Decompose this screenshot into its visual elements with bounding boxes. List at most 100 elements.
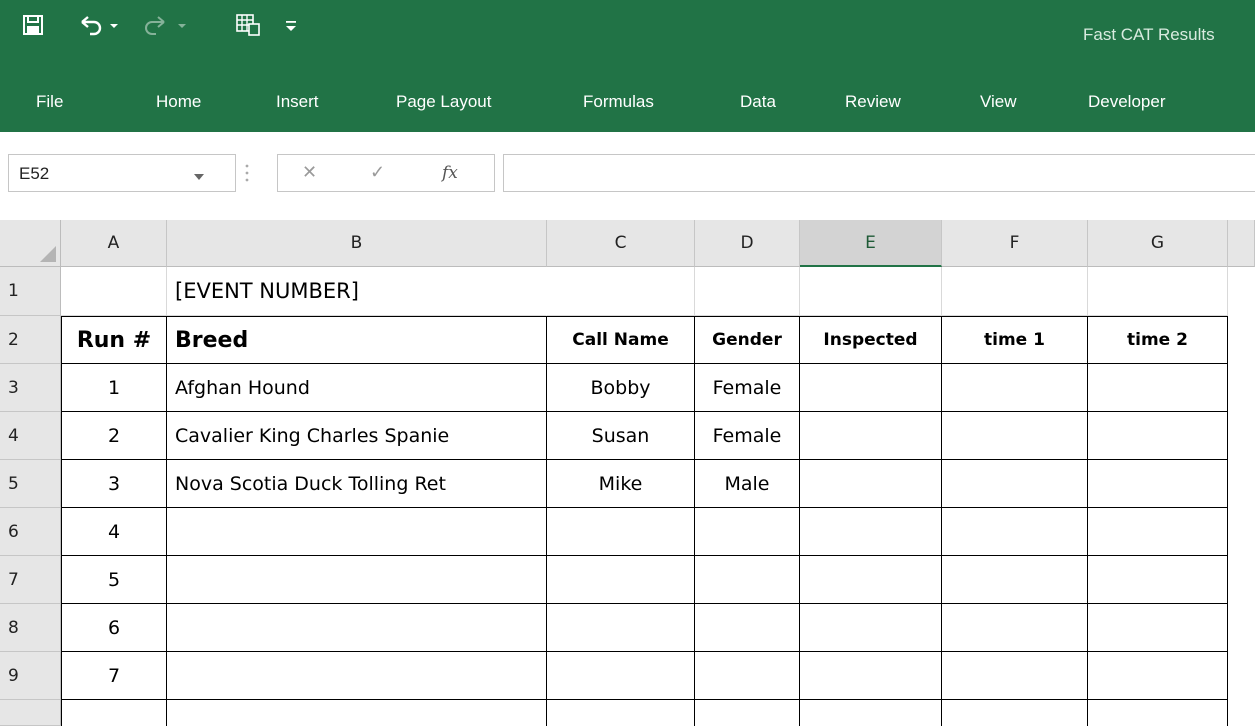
cell-peek[interactable] — [1088, 700, 1228, 726]
breed-cell[interactable]: Cavalier King Charles Spanie — [167, 412, 547, 460]
breed-cell[interactable] — [167, 508, 547, 556]
breed-cell[interactable] — [167, 652, 547, 700]
insert-function-icon[interactable]: fx — [442, 163, 458, 183]
column-header-f[interactable]: F — [942, 220, 1088, 267]
column-header-a[interactable]: A — [61, 220, 167, 267]
time-2-cell[interactable] — [1088, 412, 1228, 460]
cell-e1[interactable] — [800, 267, 942, 316]
breed-cell[interactable] — [167, 556, 547, 604]
tab-page-layout[interactable]: Page Layout — [396, 92, 491, 112]
column-header-e[interactable]: E — [800, 220, 942, 267]
run-cell[interactable]: 6 — [61, 604, 167, 652]
tab-developer[interactable]: Developer — [1088, 92, 1166, 112]
call-name-cell[interactable] — [547, 604, 695, 652]
header-breed[interactable]: Breed — [167, 316, 547, 364]
tab-view[interactable]: View — [980, 92, 1017, 112]
column-header-b[interactable]: B — [167, 220, 547, 267]
form-icon[interactable] — [236, 10, 262, 40]
row-header-2[interactable]: 2 — [0, 316, 61, 364]
inspected-cell[interactable] — [800, 460, 942, 508]
time-2-cell[interactable] — [1088, 508, 1228, 556]
header-time-1[interactable]: time 1 — [942, 316, 1088, 364]
time-2-cell[interactable] — [1088, 364, 1228, 412]
breed-cell[interactable] — [167, 604, 547, 652]
name-box[interactable]: E52 — [8, 154, 236, 192]
cell-g1[interactable] — [1088, 267, 1228, 316]
run-cell[interactable]: 1 — [61, 364, 167, 412]
enter-icon[interactable]: ✓ — [370, 162, 385, 183]
run-cell[interactable]: 2 — [61, 412, 167, 460]
column-header-c[interactable]: C — [547, 220, 695, 267]
inspected-cell[interactable] — [800, 364, 942, 412]
time-1-cell[interactable] — [942, 604, 1088, 652]
breed-cell[interactable]: Nova Scotia Duck Tolling Ret — [167, 460, 547, 508]
cell-f1[interactable] — [942, 267, 1088, 316]
time-2-cell[interactable] — [1088, 652, 1228, 700]
cell-peek[interactable] — [167, 700, 547, 726]
gender-cell[interactable] — [695, 556, 800, 604]
call-name-cell[interactable]: Bobby — [547, 364, 695, 412]
tab-insert[interactable]: Insert — [276, 92, 319, 112]
tab-home[interactable]: Home — [156, 92, 201, 112]
select-all-button[interactable] — [0, 220, 61, 267]
tab-formulas[interactable]: Formulas — [583, 92, 654, 112]
row-header-3[interactable]: 3 — [0, 364, 61, 412]
redo-icon[interactable] — [144, 10, 192, 40]
cancel-icon[interactable]: ✕ — [302, 162, 317, 183]
time-2-cell[interactable] — [1088, 556, 1228, 604]
time-1-cell[interactable] — [942, 652, 1088, 700]
cell-peek[interactable] — [547, 700, 695, 726]
inspected-cell[interactable] — [800, 604, 942, 652]
header-run[interactable]: Run # — [61, 316, 167, 364]
cell-c1[interactable] — [547, 267, 695, 316]
call-name-cell[interactable]: Mike — [547, 460, 695, 508]
cell-peek[interactable] — [942, 700, 1088, 726]
undo-icon[interactable] — [76, 10, 124, 40]
header-gender[interactable]: Gender — [695, 316, 800, 364]
call-name-cell[interactable] — [547, 508, 695, 556]
gender-cell[interactable] — [695, 652, 800, 700]
tab-review[interactable]: Review — [845, 92, 901, 112]
chevron-down-icon[interactable] — [193, 168, 205, 186]
event-number-title[interactable]: [EVENT NUMBER] — [167, 267, 547, 316]
column-header-d[interactable]: D — [695, 220, 800, 267]
time-1-cell[interactable] — [942, 460, 1088, 508]
row-header-5[interactable]: 5 — [0, 460, 61, 508]
time-2-cell[interactable] — [1088, 460, 1228, 508]
call-name-cell[interactable] — [547, 652, 695, 700]
tab-data[interactable]: Data — [740, 92, 776, 112]
cell-peek[interactable] — [61, 700, 167, 726]
time-1-cell[interactable] — [942, 364, 1088, 412]
gender-cell[interactable]: Female — [695, 364, 800, 412]
run-cell[interactable]: 4 — [61, 508, 167, 556]
row-header-8[interactable]: 8 — [0, 604, 61, 652]
gender-cell[interactable] — [695, 508, 800, 556]
inspected-cell[interactable] — [800, 508, 942, 556]
customize-icon[interactable] — [284, 10, 304, 40]
header-inspected[interactable]: Inspected — [800, 316, 942, 364]
call-name-cell[interactable] — [547, 556, 695, 604]
inspected-cell[interactable] — [800, 556, 942, 604]
row-header-9[interactable]: 9 — [0, 652, 61, 700]
header-call-name[interactable]: Call Name — [547, 316, 695, 364]
cell-d1[interactable] — [695, 267, 800, 316]
gender-cell[interactable]: Male — [695, 460, 800, 508]
save-icon[interactable] — [22, 10, 48, 40]
breed-cell[interactable]: Afghan Hound — [167, 364, 547, 412]
gender-cell[interactable] — [695, 604, 800, 652]
gender-cell[interactable]: Female — [695, 412, 800, 460]
formula-input[interactable] — [503, 154, 1255, 192]
cell-peek[interactable] — [695, 700, 800, 726]
column-header-g[interactable]: G — [1088, 220, 1228, 267]
row-header-7[interactable]: 7 — [0, 556, 61, 604]
time-1-cell[interactable] — [942, 556, 1088, 604]
cell-a1[interactable] — [61, 267, 167, 316]
run-cell[interactable]: 5 — [61, 556, 167, 604]
header-time-2[interactable]: time 2 — [1088, 316, 1228, 364]
run-cell[interactable]: 7 — [61, 652, 167, 700]
time-1-cell[interactable] — [942, 412, 1088, 460]
time-2-cell[interactable] — [1088, 604, 1228, 652]
row-header-6[interactable]: 6 — [0, 508, 61, 556]
inspected-cell[interactable] — [800, 652, 942, 700]
cell-peek[interactable] — [800, 700, 942, 726]
